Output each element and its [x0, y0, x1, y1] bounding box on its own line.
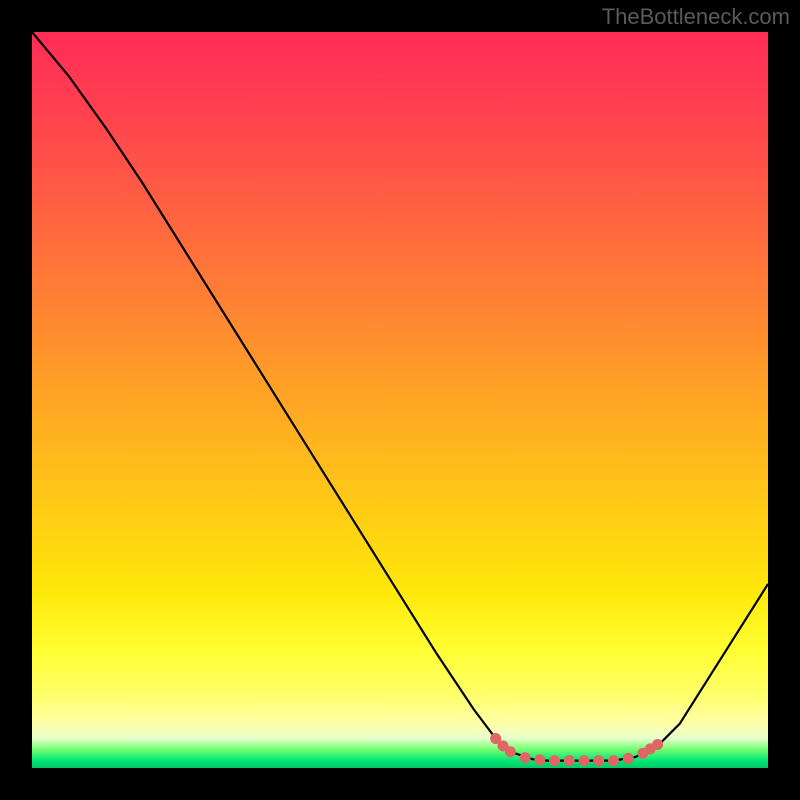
- optimal-marker: [623, 753, 634, 764]
- optimal-markers: [32, 32, 768, 768]
- optimal-marker: [534, 754, 545, 765]
- optimal-marker: [579, 755, 590, 766]
- attribution-text: TheBottleneck.com: [602, 4, 790, 30]
- optimal-marker: [549, 755, 560, 766]
- optimal-marker: [652, 739, 663, 750]
- optimal-marker: [520, 752, 531, 763]
- optimal-marker: [608, 755, 619, 766]
- plot-area: [32, 32, 768, 768]
- optimal-marker: [564, 755, 575, 766]
- optimal-marker: [593, 755, 604, 766]
- optimal-marker: [505, 746, 516, 757]
